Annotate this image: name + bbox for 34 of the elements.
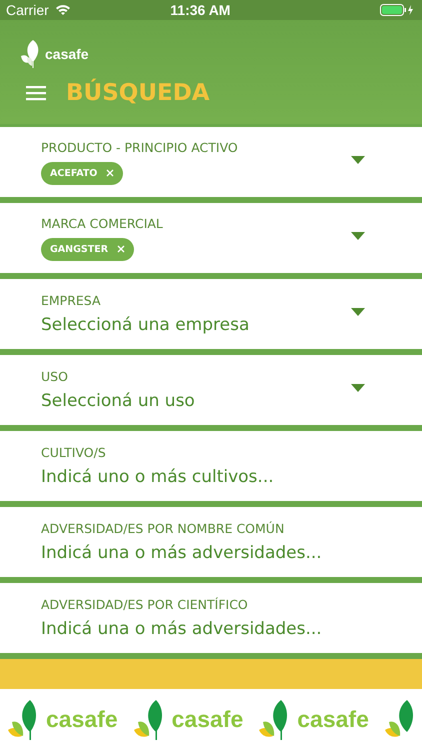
- caret-icon[interactable]: [351, 156, 365, 164]
- form-field[interactable]: MARCA COMERCIAL GANGSTER: [0, 203, 422, 273]
- form-field[interactable]: ADVERSIDAD/ES POR CIENTÍFICO Indicá una o más adversidades...: [0, 583, 422, 653]
- form-field[interactable]: ADVERSIDAD/ES POR NOMBRE COMÚN Indicá una o más adversidades...: [0, 507, 422, 577]
- logo-text: casafe: [46, 706, 118, 733]
- tag-chip[interactable]: GANGSTER: [41, 238, 134, 260]
- page-title: BÚSQUEDA: [66, 80, 210, 106]
- form-field[interactable]: EMPRESA Seleccioná una empresa: [0, 279, 422, 349]
- caret-icon[interactable]: [351, 384, 365, 392]
- field-label: PRODUCTO - PRINCIPIO ACTIVO: [41, 140, 239, 154]
- tag-chip[interactable]: ACEFATO: [41, 162, 124, 184]
- field-label: CULTIVO/S: [41, 445, 107, 460]
- form-field[interactable]: CULTIVO/S Indicá uno o más cultivos...: [0, 431, 422, 501]
- logo-text: casafe: [45, 46, 89, 62]
- form-field[interactable]: PRODUCTO - PRINCIPIO ACTIVO ACEFATO: [0, 127, 422, 197]
- close-icon[interactable]: [117, 245, 126, 253]
- logo-text: casafe: [172, 706, 244, 733]
- wifi-icon: [54, 4, 71, 16]
- caret-icon[interactable]: [351, 308, 365, 316]
- field-label: ADVERSIDAD/ES POR NOMBRE COMÚN: [41, 521, 286, 536]
- carrier-label: Carrier: [6, 2, 49, 18]
- field-label: MARCA COMERCIAL: [41, 216, 164, 230]
- field-label: ADVERSIDAD/ES POR CIENTÍFICO: [41, 597, 249, 612]
- clock-time: 11:36 AM: [169, 2, 232, 18]
- battery-icon: [380, 4, 416, 16]
- form-field[interactable]: USO Seleccioná un uso: [0, 355, 422, 425]
- caret-icon[interactable]: [351, 232, 365, 240]
- field-label: USO: [41, 369, 69, 384]
- select-value[interactable]: Seleccioná una empresa: [41, 315, 351, 335]
- select-value[interactable]: Seleccioná un uso: [41, 391, 351, 411]
- close-icon[interactable]: [106, 169, 114, 177]
- menu-icon[interactable]: [26, 85, 46, 101]
- logo-text: casafe: [297, 706, 369, 733]
- field-label: EMPRESA: [41, 293, 102, 308]
